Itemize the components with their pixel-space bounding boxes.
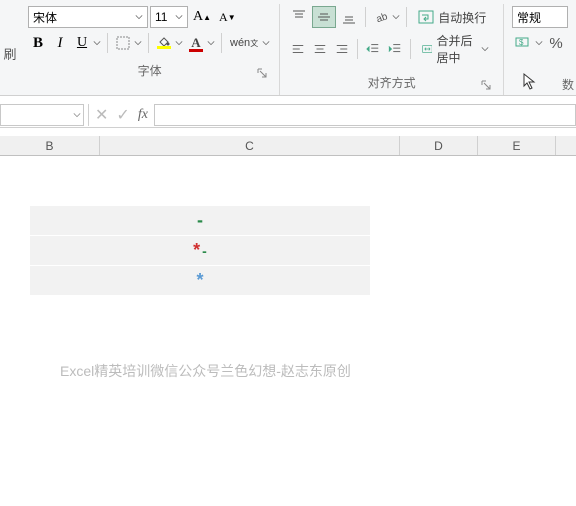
align-middle-button[interactable] (312, 6, 336, 28)
merge-center-button[interactable]: 合并后居中 (416, 32, 495, 66)
font-color-icon: A (186, 32, 206, 54)
font-group: 宋体 11 A▲ A▼ B I U (20, 4, 280, 95)
merge-label: 合并后居中 (436, 32, 477, 66)
currency-icon: $ (512, 32, 534, 54)
border-button[interactable] (113, 32, 143, 54)
fill-color-button[interactable] (154, 32, 184, 54)
cell-row-1[interactable]: - (30, 206, 370, 236)
confirm-button[interactable]: ✓ (116, 105, 129, 125)
chevron-down-icon (261, 39, 271, 47)
chevron-down-icon (534, 39, 544, 47)
border-icon (113, 32, 133, 54)
name-box[interactable] (0, 104, 84, 126)
accounting-format-button[interactable]: $ (512, 32, 544, 54)
chevron-down-icon (73, 108, 81, 122)
dialog-launcher-icon[interactable] (257, 67, 267, 77)
cursor-icon (522, 72, 538, 95)
number-format-value: 常规 (517, 9, 541, 26)
formula-input[interactable] (154, 104, 576, 126)
font-size-select[interactable]: 11 (150, 6, 188, 28)
italic-button[interactable]: I (50, 32, 70, 54)
align-top-button[interactable] (288, 6, 310, 28)
font-family-select[interactable]: 宋体 (28, 6, 148, 28)
chevron-down-icon (174, 39, 184, 47)
bucket-icon (154, 32, 174, 54)
align-left-button[interactable] (288, 38, 308, 60)
number-group-label (512, 58, 568, 64)
chevron-down-icon (133, 39, 143, 47)
column-header-c[interactable]: C (100, 136, 400, 155)
font-size-value: 11 (155, 10, 167, 24)
refresh-fragment: 刷 (0, 4, 20, 95)
increase-font-button[interactable]: A▲ (190, 6, 214, 28)
svg-text:ab: ab (375, 11, 388, 24)
column-headers: B C D E (0, 136, 576, 156)
dialog-launcher-icon[interactable] (481, 79, 491, 89)
percent-button[interactable]: % (546, 32, 566, 54)
bold-button[interactable]: B (28, 32, 48, 54)
sheet-area[interactable]: - *- * Excel精英培训微信公众号兰色幻想-赵志东原创 (0, 156, 576, 496)
align-bottom-button[interactable] (338, 6, 360, 28)
underline-button[interactable]: U (72, 32, 102, 54)
wrap-text-button[interactable]: 自动换行 (412, 6, 492, 28)
increase-indent-button[interactable] (385, 38, 405, 60)
column-header-b[interactable]: B (0, 136, 100, 155)
decrease-font-button[interactable]: A▼ (216, 6, 239, 28)
font-family-value: 宋体 (33, 9, 57, 26)
cell-row-2[interactable]: *- (30, 236, 370, 266)
chevron-down-icon (206, 39, 216, 47)
font-group-label: 字体 (28, 58, 271, 81)
chevron-down-icon (391, 13, 401, 21)
alignment-group-label: 对齐方式 (288, 70, 495, 93)
chevron-down-icon (135, 10, 143, 24)
number-format-select[interactable]: 常规 (512, 6, 568, 28)
align-center-button[interactable] (310, 38, 330, 60)
align-right-button[interactable] (332, 38, 352, 60)
chevron-down-icon (92, 39, 102, 47)
fx-button[interactable]: fx (138, 107, 148, 123)
font-color-button[interactable]: A (186, 32, 216, 54)
chevron-down-icon (175, 10, 183, 24)
column-header-e[interactable]: E (478, 136, 556, 155)
ribbon: 刷 宋体 11 A▲ A▼ B I U (0, 0, 576, 96)
watermark-text: Excel精英培训微信公众号兰色幻想-赵志东原创 (60, 361, 351, 381)
decrease-indent-button[interactable] (363, 38, 383, 60)
formula-bar: ✕ ✓ fx (0, 102, 576, 128)
chevron-down-icon (481, 45, 489, 53)
merge-icon (422, 41, 433, 57)
orientation-icon: ab (371, 6, 391, 28)
content-block: - *- * (30, 206, 370, 296)
alignment-group: ab 自动换行 合并后居中 (280, 4, 504, 95)
phonetic-button[interactable]: wén文 (227, 32, 271, 54)
wrap-text-label: 自动换行 (438, 9, 486, 26)
column-header-d[interactable]: D (400, 136, 478, 155)
orientation-button[interactable]: ab (371, 6, 401, 28)
svg-text:$: $ (519, 38, 524, 47)
wrap-icon (418, 9, 434, 25)
cell-row-3[interactable]: * (30, 266, 370, 296)
number-group-partial-label: 数 (562, 76, 574, 93)
cancel-button[interactable]: ✕ (95, 105, 108, 125)
